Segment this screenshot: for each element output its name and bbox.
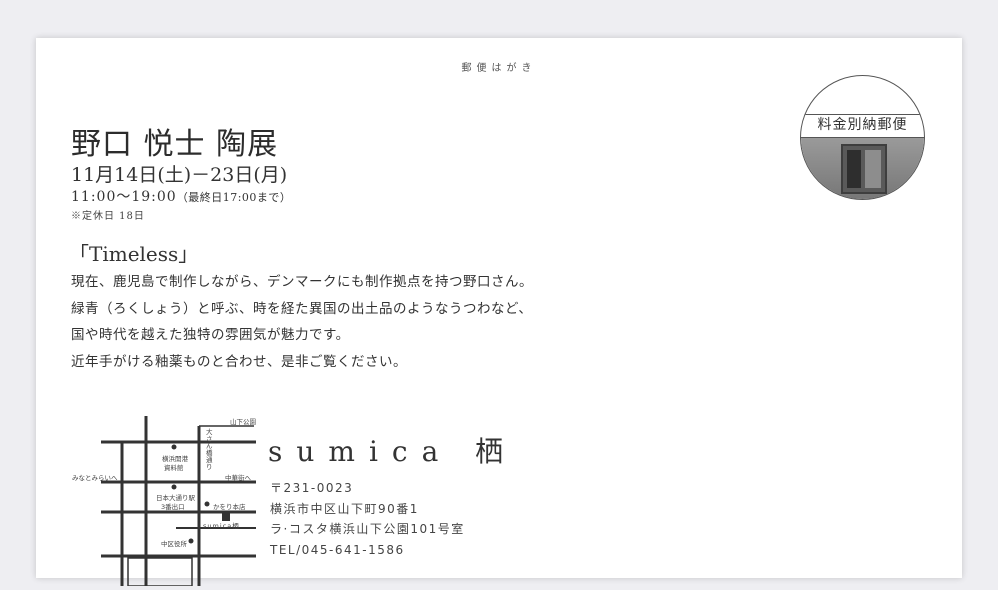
map-label-osanbashi: 大さん橋通り — [206, 428, 213, 471]
phone-number: TEL/045-641-1586 — [270, 542, 405, 557]
map-label-chukagai: 中華街へ — [225, 474, 251, 482]
exhibition-hours: 11:00～19:00（最終日17:00まで） — [71, 186, 291, 206]
postcard-label: 郵便はがき — [461, 63, 537, 74]
hours-note: （最終日17:00まで） — [176, 191, 292, 204]
address-line: 横浜市中区山下町90番1 — [270, 501, 419, 516]
description-line: 近年手がける釉薬ものと合わせ、是非ご覧ください。 — [71, 353, 407, 370]
map-label-sumica: sumica栖 — [203, 522, 240, 530]
map-label-ward-office: 中区役所 — [161, 540, 187, 548]
description-line: 現在、鹿児島で制作しながら、デンマークにも制作拠点を持つ野口さん。 — [71, 274, 533, 290]
postal-code: 〒231-0023 — [270, 481, 354, 495]
hours-text: 11:00～19:00 — [71, 189, 177, 205]
exhibition-dates: 11月14日(土)－23日(月) — [71, 164, 288, 186]
map-label-archives: 資料館 — [164, 464, 184, 472]
map-label-kamori: かをり本店 — [213, 503, 246, 511]
description-line: 緑青（ろくしょう）と呼ぶ、時を経た異国の出土品のようなうつわなど、 — [71, 300, 533, 317]
postcard: 郵便はがき 料金別納郵便 野口 悦士 陶展 11月14日(土)－23日(月) 1… — [36, 38, 962, 587]
shop-name: sumica 栖 — [268, 435, 518, 468]
exhibition-title: 野口 悦士 陶展 — [71, 127, 279, 162]
closed-day: ※定休日 18日 — [71, 211, 145, 222]
map-label-station: 3番出口 — [161, 503, 185, 511]
shop-address: 〒231-0023 横浜市中区山下町90番1 ラ·コスタ横浜山下公園101号室 … — [270, 478, 465, 560]
exhibition-subtitle: 「Timeless」 — [69, 242, 199, 266]
stamp-photo — [801, 138, 924, 199]
map-label-minatomirai: みなとみらいへ — [72, 474, 118, 482]
exhibition-description: 現在、鹿児島で制作しながら、デンマークにも制作拠点を持つ野口さん。 緑青（ろくし… — [71, 269, 533, 375]
map-label-yamashita-park: 山下公園 — [230, 418, 256, 426]
stamp-text: 料金別納郵便 — [801, 114, 924, 138]
address-line: ラ·コスタ横浜山下公園101号室 — [270, 522, 465, 536]
description-line: 国や時代を越えた独特の雰囲気が魅力です。 — [71, 327, 350, 343]
postage-stamp: 料金別納郵便 — [800, 75, 925, 200]
cabinet-image — [841, 144, 887, 194]
